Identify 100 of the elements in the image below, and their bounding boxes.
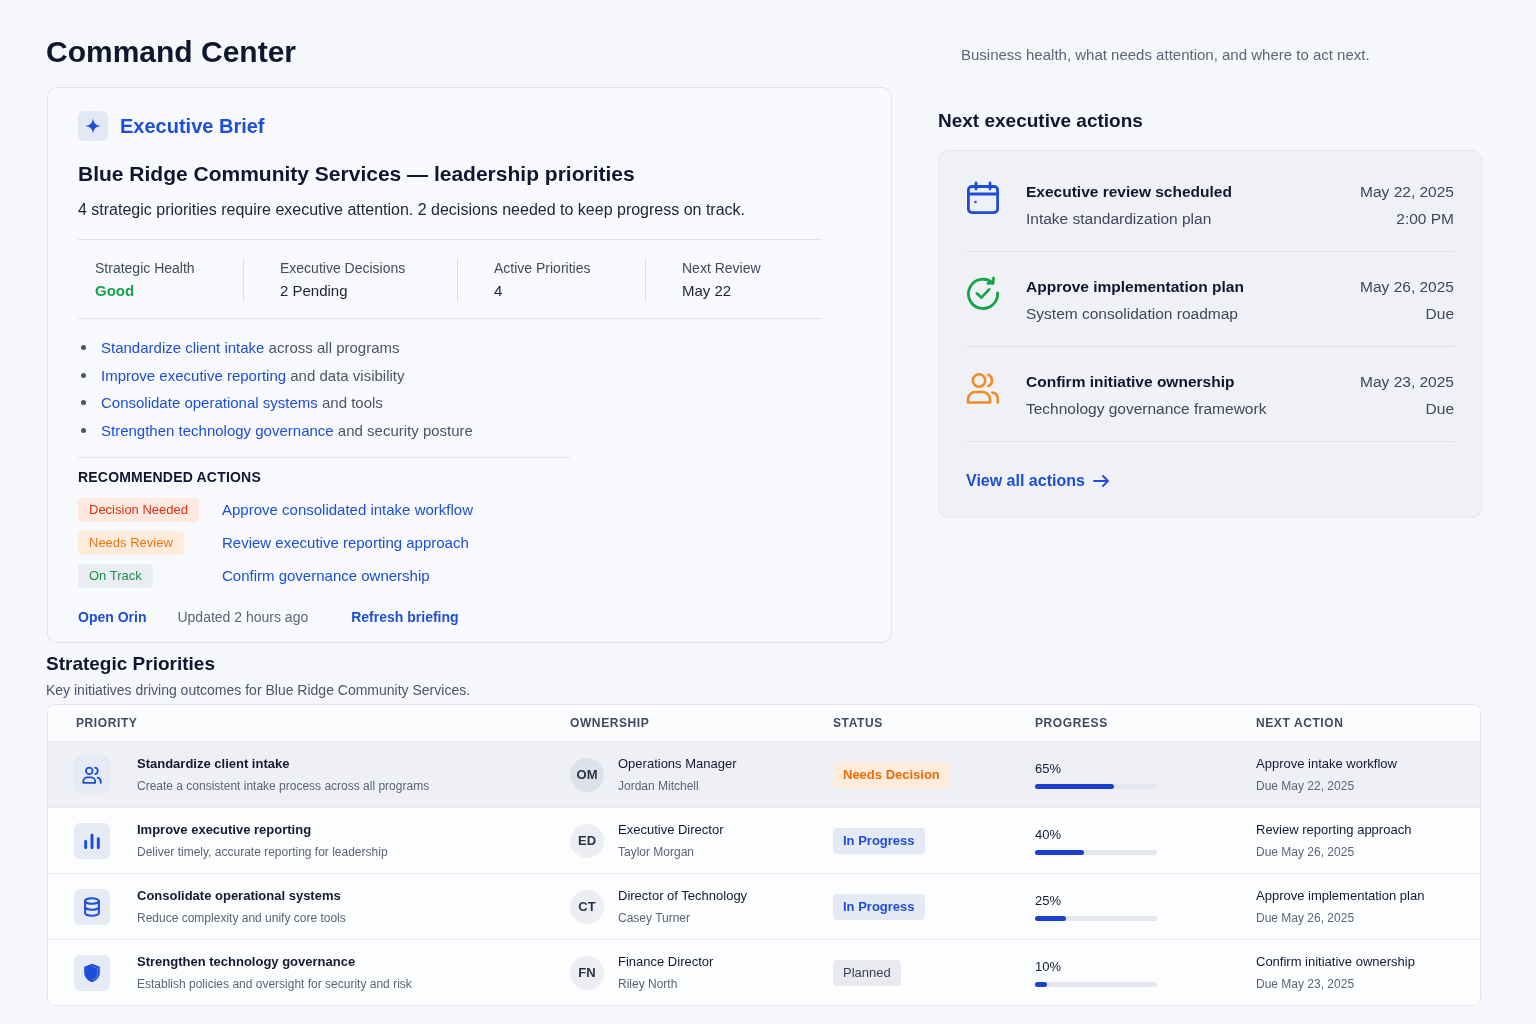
bullet-icon xyxy=(81,345,86,351)
owner-name: Riley North xyxy=(618,975,679,993)
owner-role: Operations Manager xyxy=(618,754,737,773)
column-header: NEXT ACTION xyxy=(1256,716,1345,730)
owner-avatar: OM xyxy=(570,757,604,792)
database-icon xyxy=(74,888,110,925)
action-link[interactable]: Review executive reporting approach xyxy=(222,534,469,551)
progress-label: 25% xyxy=(1035,892,1062,910)
action-date: May 23, 2025 xyxy=(1360,372,1454,392)
status-tag: On Track xyxy=(78,563,153,588)
bullet-icon xyxy=(81,372,86,378)
shield-icon xyxy=(74,954,110,991)
status-badge: Needs Decision xyxy=(833,761,950,788)
action-detail: Intake standardization plan xyxy=(1026,209,1213,229)
view-all-link[interactable]: View all actions xyxy=(966,469,1109,493)
action-date: May 22, 2025 xyxy=(1360,182,1454,202)
priority-description: Establish policies and oversight for security and risk xyxy=(137,975,412,993)
due-date: Due May 26, 2025 xyxy=(1256,909,1356,927)
priority-title: Consolidate operational systems xyxy=(137,886,342,905)
metric-label: Strategic Health xyxy=(95,259,196,278)
bullet-icon xyxy=(81,427,86,433)
brief-title: Executive Brief xyxy=(120,114,265,139)
action-date: May 26, 2025 xyxy=(1360,277,1454,297)
action-link[interactable]: Approve consolidated intake workflow xyxy=(222,501,473,518)
column-header: PROGRESS xyxy=(1035,716,1109,730)
metric-label: Executive Decisions xyxy=(280,259,407,278)
priority-title: Strengthen technology governance xyxy=(137,952,357,971)
next-action-text: Approve implementation plan xyxy=(1256,886,1425,905)
priority-link[interactable]: Standardize client intake xyxy=(101,339,265,357)
owner-avatar: FN xyxy=(570,955,604,990)
priority-link[interactable]: Consolidate operational systems xyxy=(101,394,318,412)
table-row[interactable]: Strengthen technology governance Establish policies and oversight for security and risk FN Finance Director Riley North Planned 10% Confirm initiative ownership Due May 23, 2025 xyxy=(48,939,1480,1005)
page-title: Command Center xyxy=(46,34,298,70)
priority-description: Create a consistent intake process across all programs xyxy=(137,777,430,795)
priority-title: Standardize client intake xyxy=(137,754,291,773)
open-link[interactable]: Open Orin xyxy=(78,609,147,625)
section-heading: Strategic Priorities xyxy=(46,652,216,676)
status-tag: Decision Needed xyxy=(78,497,199,522)
action-detail: Technology governance framework xyxy=(1026,399,1268,419)
owner-avatar: ED xyxy=(570,823,604,858)
priority-link[interactable]: Improve executive reporting xyxy=(101,366,287,384)
people-icon xyxy=(74,756,110,793)
progress-label: 40% xyxy=(1035,826,1062,844)
priority-bullet-text: Consolidate operational systems and tools xyxy=(101,394,383,412)
action-title: Approve implementation plan xyxy=(1026,277,1245,297)
column-header: STATUS xyxy=(833,716,884,730)
section-label: RECOMMENDED ACTIONS xyxy=(78,468,262,487)
next-action-text: Confirm initiative ownership xyxy=(1256,952,1415,971)
updated-text: Updated 2 hours ago xyxy=(177,609,309,625)
metric-value: Good xyxy=(95,281,136,301)
refresh-link[interactable]: Refresh briefing xyxy=(351,609,459,625)
bar-chart-icon xyxy=(74,822,110,859)
next-action-text: Review reporting approach xyxy=(1256,820,1412,839)
action-note: Due xyxy=(1425,399,1454,419)
status-badge: In Progress xyxy=(833,893,925,920)
calendar-icon xyxy=(966,181,1000,215)
next-action-text: Approve intake workflow xyxy=(1256,754,1397,773)
table-row[interactable]: Standardize client intake Create a consistent intake process across all programs OM Operations Manager Jordan Mitchell Needs Decision 65% Approve intake workflow Due May 22, 2025 xyxy=(48,741,1480,807)
metric-value: 2 Pending xyxy=(280,281,349,301)
due-date: Due May 22, 2025 xyxy=(1256,777,1356,795)
metric-value: 4 xyxy=(494,281,504,301)
page-subtitle: Business health, what needs attention, and where to act next. xyxy=(960,45,1371,65)
owner-role: Finance Director xyxy=(618,952,714,971)
action-link[interactable]: Confirm governance ownership xyxy=(222,567,430,584)
priority-title: Improve executive reporting xyxy=(137,820,313,839)
people-icon xyxy=(966,371,1000,405)
owner-name: Taylor Morgan xyxy=(618,843,696,861)
bullet-icon xyxy=(81,400,86,406)
action-note: 2:00 PM xyxy=(1396,209,1454,229)
priority-bullet-text: Improve executive reporting and data visibility xyxy=(101,366,405,384)
owner-role: Executive Director xyxy=(618,820,724,839)
brief-summary: 4 strategic priorities require executive attention. 2 decisions needed to keep progress on track. xyxy=(78,200,747,220)
priority-description: Deliver timely, accurate reporting for leadership xyxy=(137,843,388,861)
metric-label: Next Review xyxy=(682,259,762,278)
section-heading: Next executive actions xyxy=(938,109,1144,133)
priority-description: Reduce complexity and unify core tools xyxy=(137,909,346,927)
column-header: PRIORITY xyxy=(75,716,139,730)
action-note: Due xyxy=(1425,304,1454,324)
metric-value: May 22 xyxy=(682,281,733,301)
priority-link[interactable]: Strengthen technology governance xyxy=(101,421,334,439)
metric-label: Active Priorities xyxy=(494,259,592,278)
action-title: Confirm initiative ownership xyxy=(1026,372,1236,392)
owner-name: Jordan Mitchell xyxy=(618,777,700,795)
status-badge: Planned xyxy=(833,959,901,986)
arrow-right-icon xyxy=(1092,475,1109,487)
action-detail: System consolidation roadmap xyxy=(1026,304,1239,324)
column-header: OWNERSHIP xyxy=(570,716,651,730)
sparkle-icon xyxy=(78,111,108,141)
brief-heading: Blue Ridge Community Services — leadership priorities xyxy=(78,161,636,187)
owner-role: Director of Technology xyxy=(618,886,748,905)
section-subtitle: Key initiatives driving outcomes for Blue Ridge Community Services. xyxy=(46,681,472,700)
due-date: Due May 23, 2025 xyxy=(1256,975,1356,993)
priority-bullet-text: Strengthen technology governance and security posture xyxy=(101,421,473,439)
priority-bullet-text: Standardize client intake across all programs xyxy=(101,339,400,357)
status-tag: Needs Review xyxy=(78,530,184,555)
owner-name: Casey Turner xyxy=(618,909,692,927)
due-date: Due May 26, 2025 xyxy=(1256,843,1356,861)
action-title: Executive review scheduled xyxy=(1026,182,1233,202)
progress-label: 10% xyxy=(1035,958,1062,976)
owner-avatar: CT xyxy=(570,889,604,924)
